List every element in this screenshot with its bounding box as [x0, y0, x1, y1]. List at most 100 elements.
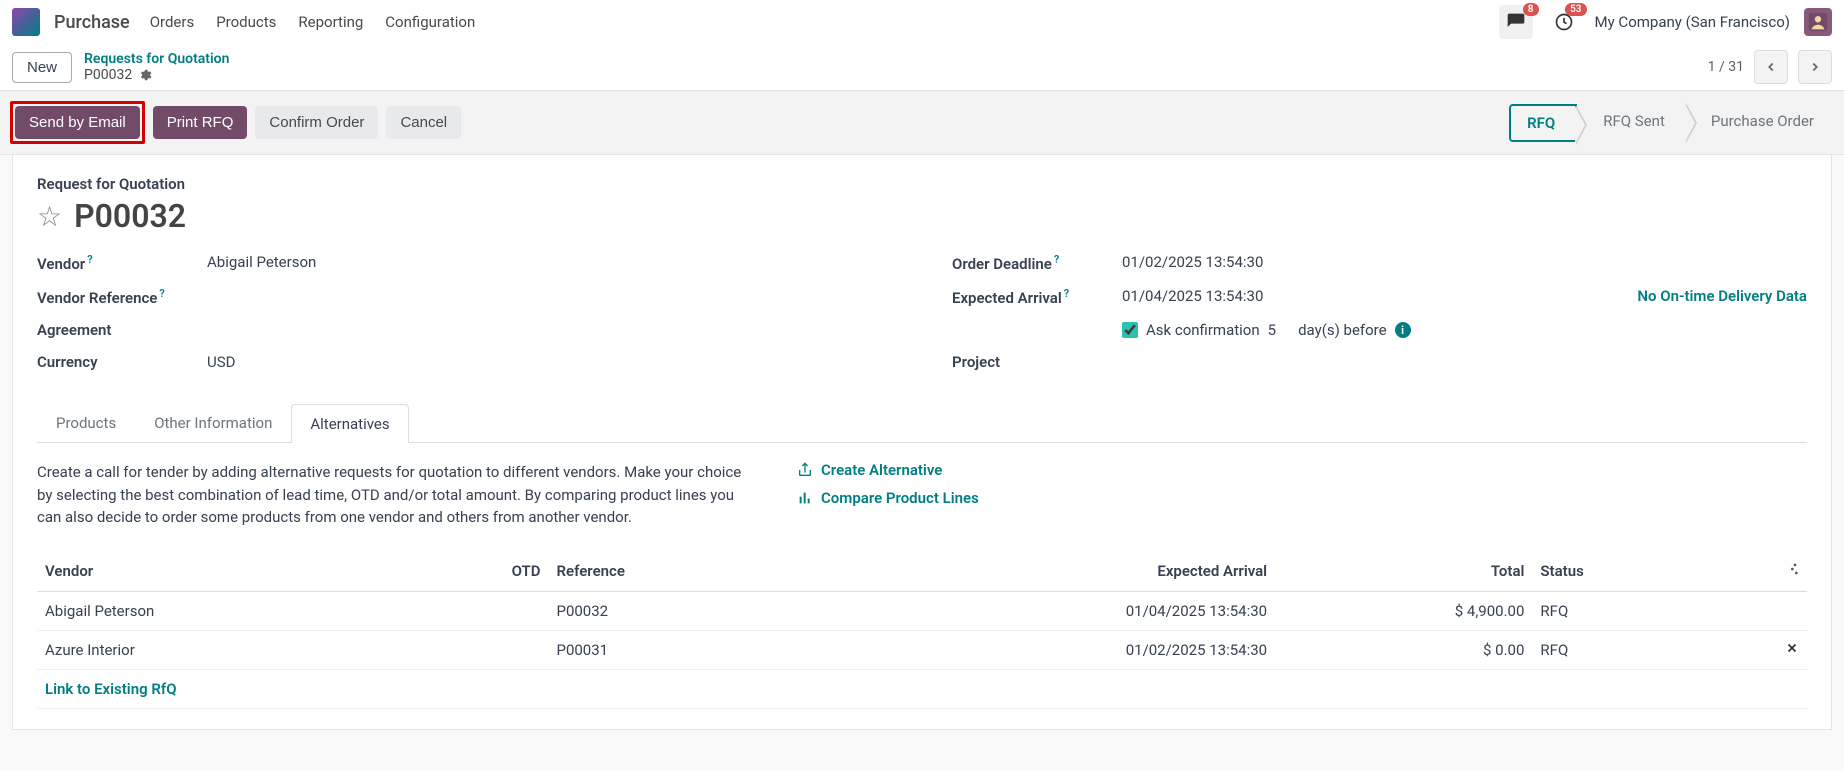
- th-otd: OTD: [414, 551, 549, 592]
- tab-products[interactable]: Products: [37, 403, 135, 442]
- compare-lines-link[interactable]: Compare Product Lines: [797, 489, 979, 507]
- link-existing-text: Link to Existing RfQ: [37, 669, 1807, 708]
- activities-button[interactable]: 53: [1547, 5, 1581, 39]
- label-project: Project: [952, 353, 1122, 371]
- status-rfq-sent[interactable]: RFQ Sent: [1577, 104, 1685, 142]
- cell-vendor: Abigail Peterson: [37, 591, 414, 630]
- cancel-button[interactable]: Cancel: [386, 106, 461, 139]
- remove-row-button[interactable]: [1711, 630, 1807, 669]
- sliders-icon[interactable]: [1783, 561, 1799, 577]
- th-settings: [1711, 551, 1807, 592]
- pager-prev[interactable]: [1754, 50, 1788, 84]
- cell-total: $ 0.00: [1275, 630, 1532, 669]
- field-ask-confirmation: Ask confirmation 5 day(s) before i: [952, 321, 1807, 339]
- gear-icon[interactable]: [138, 68, 152, 82]
- help-icon[interactable]: ?: [87, 253, 92, 266]
- label-deadline: Order Deadline?: [952, 253, 1122, 273]
- status-rfq[interactable]: RFQ: [1509, 104, 1577, 142]
- activities-badge: 53: [1565, 3, 1586, 16]
- cell-expected: 01/04/2025 13:54:30: [802, 591, 1275, 630]
- avatar[interactable]: [1804, 8, 1832, 36]
- app-logo[interactable]: [12, 8, 40, 36]
- status-bar: RFQ RFQ Sent Purchase Order: [1509, 104, 1834, 142]
- value-deadline[interactable]: 01/02/2025 13:54:30: [1122, 253, 1807, 271]
- th-expected: Expected Arrival: [802, 551, 1275, 592]
- value-vendor[interactable]: Abigail Peterson: [207, 253, 892, 271]
- value-expected[interactable]: 01/04/2025 13:54:30: [1122, 287, 1263, 305]
- left-column: Vendor? Abigail Peterson Vendor Referenc…: [37, 253, 892, 385]
- cell-action: [1711, 591, 1807, 630]
- nav-orders[interactable]: Orders: [150, 13, 195, 31]
- highlight-box: Send by Email: [10, 101, 145, 144]
- tab-alternatives[interactable]: Alternatives: [291, 404, 408, 443]
- table-row[interactable]: Azure Interior P00031 01/02/2025 13:54:3…: [37, 630, 1807, 669]
- form-card: Request for Quotation ☆ P00032 Vendor? A…: [12, 155, 1832, 730]
- create-alternative-link[interactable]: Create Alternative: [797, 461, 979, 479]
- new-button[interactable]: New: [12, 52, 72, 83]
- tab-content: Create a call for tender by adding alter…: [37, 443, 1807, 709]
- chat-icon: [1506, 12, 1526, 32]
- status-purchase-order[interactable]: Purchase Order: [1685, 104, 1834, 142]
- bar-chart-icon: [797, 490, 813, 506]
- action-bar: Send by Email Print RFQ Confirm Order Ca…: [0, 90, 1844, 155]
- table-header-row: Vendor OTD Reference Expected Arrival To…: [37, 551, 1807, 592]
- help-icon[interactable]: ?: [1064, 287, 1069, 300]
- breadcrumb-parent[interactable]: Requests for Quotation: [84, 51, 229, 67]
- label-vendor: Vendor?: [37, 253, 207, 273]
- nav-configuration[interactable]: Configuration: [385, 13, 475, 31]
- app-name[interactable]: Purchase: [54, 12, 130, 33]
- chevron-left-icon: [1764, 60, 1778, 74]
- tab-other-info[interactable]: Other Information: [135, 403, 291, 442]
- print-rfq-button[interactable]: Print RFQ: [153, 106, 248, 139]
- field-agreement: Agreement: [37, 321, 892, 339]
- messages-button[interactable]: 8: [1499, 5, 1533, 39]
- help-icon[interactable]: ?: [159, 287, 164, 300]
- pager-next[interactable]: [1798, 50, 1832, 84]
- breadcrumb-current: P00032: [84, 67, 229, 83]
- field-deadline: Order Deadline? 01/02/2025 13:54:30: [952, 253, 1807, 273]
- label-currency: Currency: [37, 353, 207, 371]
- ask-suffix: day(s) before: [1298, 321, 1386, 339]
- confirm-order-button[interactable]: Confirm Order: [255, 106, 378, 139]
- cell-vendor: Azure Interior: [37, 630, 414, 669]
- value-currency[interactable]: USD: [207, 353, 892, 371]
- top-nav: Purchase Orders Products Reporting Confi…: [0, 0, 1844, 44]
- user-avatar-icon: [1807, 11, 1829, 33]
- info-icon[interactable]: i: [1395, 322, 1411, 338]
- cell-status: RFQ: [1532, 630, 1710, 669]
- cell-reference: P00031: [548, 630, 802, 669]
- nav-products[interactable]: Products: [216, 13, 276, 31]
- cell-otd: [414, 591, 549, 630]
- subheader: New Requests for Quotation P00032 1 / 31: [0, 44, 1844, 90]
- th-total: Total: [1275, 551, 1532, 592]
- table-row[interactable]: Abigail Peterson P00032 01/04/2025 13:54…: [37, 591, 1807, 630]
- star-icon[interactable]: ☆: [37, 200, 62, 233]
- label-expected: Expected Arrival?: [952, 287, 1122, 307]
- form-subtitle: Request for Quotation: [37, 175, 1807, 193]
- share-icon: [797, 462, 813, 478]
- ask-label: Ask confirmation: [1146, 321, 1260, 339]
- company-selector[interactable]: My Company (San Francisco): [1595, 13, 1790, 31]
- alternatives-table: Vendor OTD Reference Expected Arrival To…: [37, 551, 1807, 709]
- th-vendor: Vendor: [37, 551, 414, 592]
- send-email-button[interactable]: Send by Email: [15, 106, 140, 139]
- close-icon: [1785, 641, 1799, 655]
- ask-days[interactable]: 5: [1268, 321, 1276, 339]
- alternatives-help-text: Create a call for tender by adding alter…: [37, 461, 757, 529]
- field-vendor: Vendor? Abigail Peterson: [37, 253, 892, 273]
- label-agreement: Agreement: [37, 321, 207, 339]
- cell-expected: 01/02/2025 13:54:30: [802, 630, 1275, 669]
- field-vendor-ref: Vendor Reference?: [37, 287, 892, 307]
- nav-reporting[interactable]: Reporting: [298, 13, 363, 31]
- breadcrumb-current-text: P00032: [84, 67, 132, 83]
- ask-checkbox[interactable]: [1122, 322, 1138, 338]
- link-existing-row[interactable]: Link to Existing RfQ: [37, 669, 1807, 708]
- th-reference: Reference: [548, 551, 802, 592]
- ask-row: Ask confirmation 5 day(s) before i: [1122, 321, 1807, 339]
- page-title: P00032: [74, 197, 186, 235]
- help-icon[interactable]: ?: [1054, 253, 1059, 266]
- nav-items: Orders Products Reporting Configuration: [150, 13, 1499, 31]
- delivery-link[interactable]: No On-time Delivery Data: [1637, 287, 1807, 305]
- cell-status: RFQ: [1532, 591, 1710, 630]
- pager: 1 / 31: [1708, 50, 1832, 84]
